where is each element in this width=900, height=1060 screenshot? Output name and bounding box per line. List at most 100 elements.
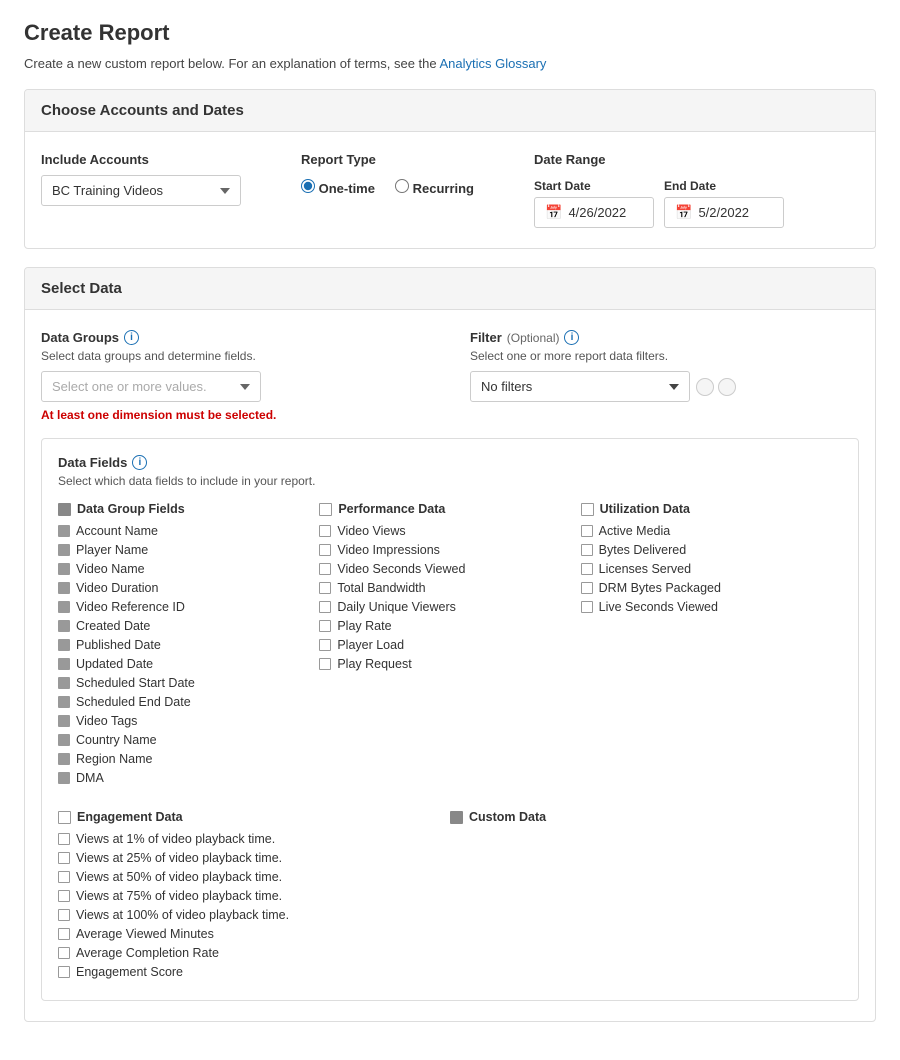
data-group-field-item[interactable]: DMA xyxy=(58,771,309,785)
field-checkbox[interactable] xyxy=(58,658,70,670)
field-checkbox[interactable] xyxy=(58,620,70,632)
field-checkbox[interactable] xyxy=(581,601,593,613)
field-label: Bytes Delivered xyxy=(599,543,687,557)
utilization-field-item[interactable]: Live Seconds Viewed xyxy=(581,600,832,614)
performance-field-item[interactable]: Video Views xyxy=(319,524,570,538)
data-group-field-item[interactable]: Updated Date xyxy=(58,657,309,671)
data-group-fields-checkbox[interactable] xyxy=(58,503,71,516)
engagement-data-header[interactable]: Engagement Data xyxy=(58,810,450,824)
field-checkbox[interactable] xyxy=(319,525,331,537)
field-checkbox[interactable] xyxy=(58,677,70,689)
data-groups-select[interactable]: Select one or more values. xyxy=(41,371,261,402)
field-checkbox[interactable] xyxy=(581,563,593,575)
calendar-icon: 📅 xyxy=(545,204,562,221)
performance-data-header[interactable]: Performance Data xyxy=(319,502,570,516)
field-checkbox[interactable] xyxy=(319,563,331,575)
field-checkbox[interactable] xyxy=(58,582,70,594)
field-checkbox[interactable] xyxy=(581,544,593,556)
field-checkbox[interactable] xyxy=(58,544,70,556)
one-time-option[interactable]: One-time xyxy=(301,179,375,196)
data-group-field-item[interactable]: Account Name xyxy=(58,524,309,538)
performance-field-item[interactable]: Video Impressions xyxy=(319,543,570,557)
field-checkbox[interactable] xyxy=(58,696,70,708)
field-checkbox[interactable] xyxy=(58,715,70,727)
engagement-field-item[interactable]: Average Viewed Minutes xyxy=(58,927,450,941)
field-checkbox[interactable] xyxy=(58,601,70,613)
custom-data-checkbox[interactable] xyxy=(450,811,463,824)
engagement-field-item[interactable]: Average Completion Rate xyxy=(58,946,450,960)
recurring-radio[interactable] xyxy=(395,179,409,193)
field-checkbox[interactable] xyxy=(58,639,70,651)
field-checkbox[interactable] xyxy=(58,563,70,575)
field-checkbox[interactable] xyxy=(319,582,331,594)
filter-select[interactable]: No filters xyxy=(470,371,690,402)
field-checkbox[interactable] xyxy=(58,966,70,978)
performance-field-item[interactable]: Daily Unique Viewers xyxy=(319,600,570,614)
performance-field-item[interactable]: Video Seconds Viewed xyxy=(319,562,570,576)
field-checkbox[interactable] xyxy=(58,928,70,940)
engagement-data-checkbox[interactable] xyxy=(58,811,71,824)
performance-field-item[interactable]: Player Load xyxy=(319,638,570,652)
report-type-label: Report Type xyxy=(301,152,474,167)
include-accounts-select[interactable]: BC Training Videos xyxy=(41,175,241,206)
engagement-field-item[interactable]: Views at 100% of video playback time. xyxy=(58,908,450,922)
engagement-field-item[interactable]: Views at 1% of video playback time. xyxy=(58,832,450,846)
field-checkbox[interactable] xyxy=(58,833,70,845)
data-group-field-item[interactable]: Video Reference ID xyxy=(58,600,309,614)
data-group-field-item[interactable]: Country Name xyxy=(58,733,309,747)
field-label: Region Name xyxy=(76,752,152,766)
engagement-field-item[interactable]: Views at 25% of video playback time. xyxy=(58,851,450,865)
data-group-field-item[interactable]: Video Duration xyxy=(58,581,309,595)
custom-data-header[interactable]: Custom Data xyxy=(450,810,842,824)
data-group-field-item[interactable]: Video Name xyxy=(58,562,309,576)
utilization-field-item[interactable]: Bytes Delivered xyxy=(581,543,832,557)
performance-data-checkbox[interactable] xyxy=(319,503,332,516)
field-checkbox[interactable] xyxy=(58,947,70,959)
data-group-field-item[interactable]: Scheduled Start Date xyxy=(58,676,309,690)
field-checkbox[interactable] xyxy=(319,658,331,670)
engagement-field-item[interactable]: Views at 75% of video playback time. xyxy=(58,889,450,903)
field-checkbox[interactable] xyxy=(58,772,70,784)
performance-field-item[interactable]: Total Bandwidth xyxy=(319,581,570,595)
utilization-data-checkbox[interactable] xyxy=(581,503,594,516)
filter-icon-2 xyxy=(718,378,736,396)
one-time-radio[interactable] xyxy=(301,179,315,193)
engagement-field-item[interactable]: Engagement Score xyxy=(58,965,450,979)
data-group-fields-header[interactable]: Data Group Fields xyxy=(58,502,309,516)
performance-field-item[interactable]: Play Request xyxy=(319,657,570,671)
performance-field-item[interactable]: Play Rate xyxy=(319,619,570,633)
field-checkbox[interactable] xyxy=(581,525,593,537)
field-checkbox[interactable] xyxy=(319,639,331,651)
field-label: Video Views xyxy=(337,524,405,538)
field-checkbox[interactable] xyxy=(319,601,331,613)
field-checkbox[interactable] xyxy=(58,890,70,902)
end-date-input[interactable]: 📅 5/2/2022 xyxy=(664,197,784,228)
field-checkbox[interactable] xyxy=(58,852,70,864)
field-checkbox[interactable] xyxy=(58,734,70,746)
field-label: Video Name xyxy=(76,562,145,576)
data-group-field-item[interactable]: Scheduled End Date xyxy=(58,695,309,709)
utilization-field-item[interactable]: DRM Bytes Packaged xyxy=(581,581,832,595)
data-group-field-item[interactable]: Video Tags xyxy=(58,714,309,728)
utilization-field-item[interactable]: Active Media xyxy=(581,524,832,538)
data-group-field-item[interactable]: Published Date xyxy=(58,638,309,652)
field-checkbox[interactable] xyxy=(58,909,70,921)
calendar-icon-2: 📅 xyxy=(675,204,692,221)
field-checkbox[interactable] xyxy=(319,620,331,632)
field-checkbox[interactable] xyxy=(58,871,70,883)
utilization-field-item[interactable]: Licenses Served xyxy=(581,562,832,576)
field-checkbox[interactable] xyxy=(58,753,70,765)
engagement-field-item[interactable]: Views at 50% of video playback time. xyxy=(58,870,450,884)
data-group-field-item[interactable]: Player Name xyxy=(58,543,309,557)
utilization-data-header[interactable]: Utilization Data xyxy=(581,502,832,516)
analytics-glossary-link[interactable]: Analytics Glossary xyxy=(440,56,547,71)
filter-group: Filter (Optional) i Select one or more r… xyxy=(470,330,859,402)
start-date-input[interactable]: 📅 4/26/2022 xyxy=(534,197,654,228)
field-checkbox[interactable] xyxy=(581,582,593,594)
data-group-field-item[interactable]: Region Name xyxy=(58,752,309,766)
field-label: DRM Bytes Packaged xyxy=(599,581,721,595)
field-checkbox[interactable] xyxy=(58,525,70,537)
data-group-field-item[interactable]: Created Date xyxy=(58,619,309,633)
recurring-option[interactable]: Recurring xyxy=(395,179,474,196)
field-checkbox[interactable] xyxy=(319,544,331,556)
